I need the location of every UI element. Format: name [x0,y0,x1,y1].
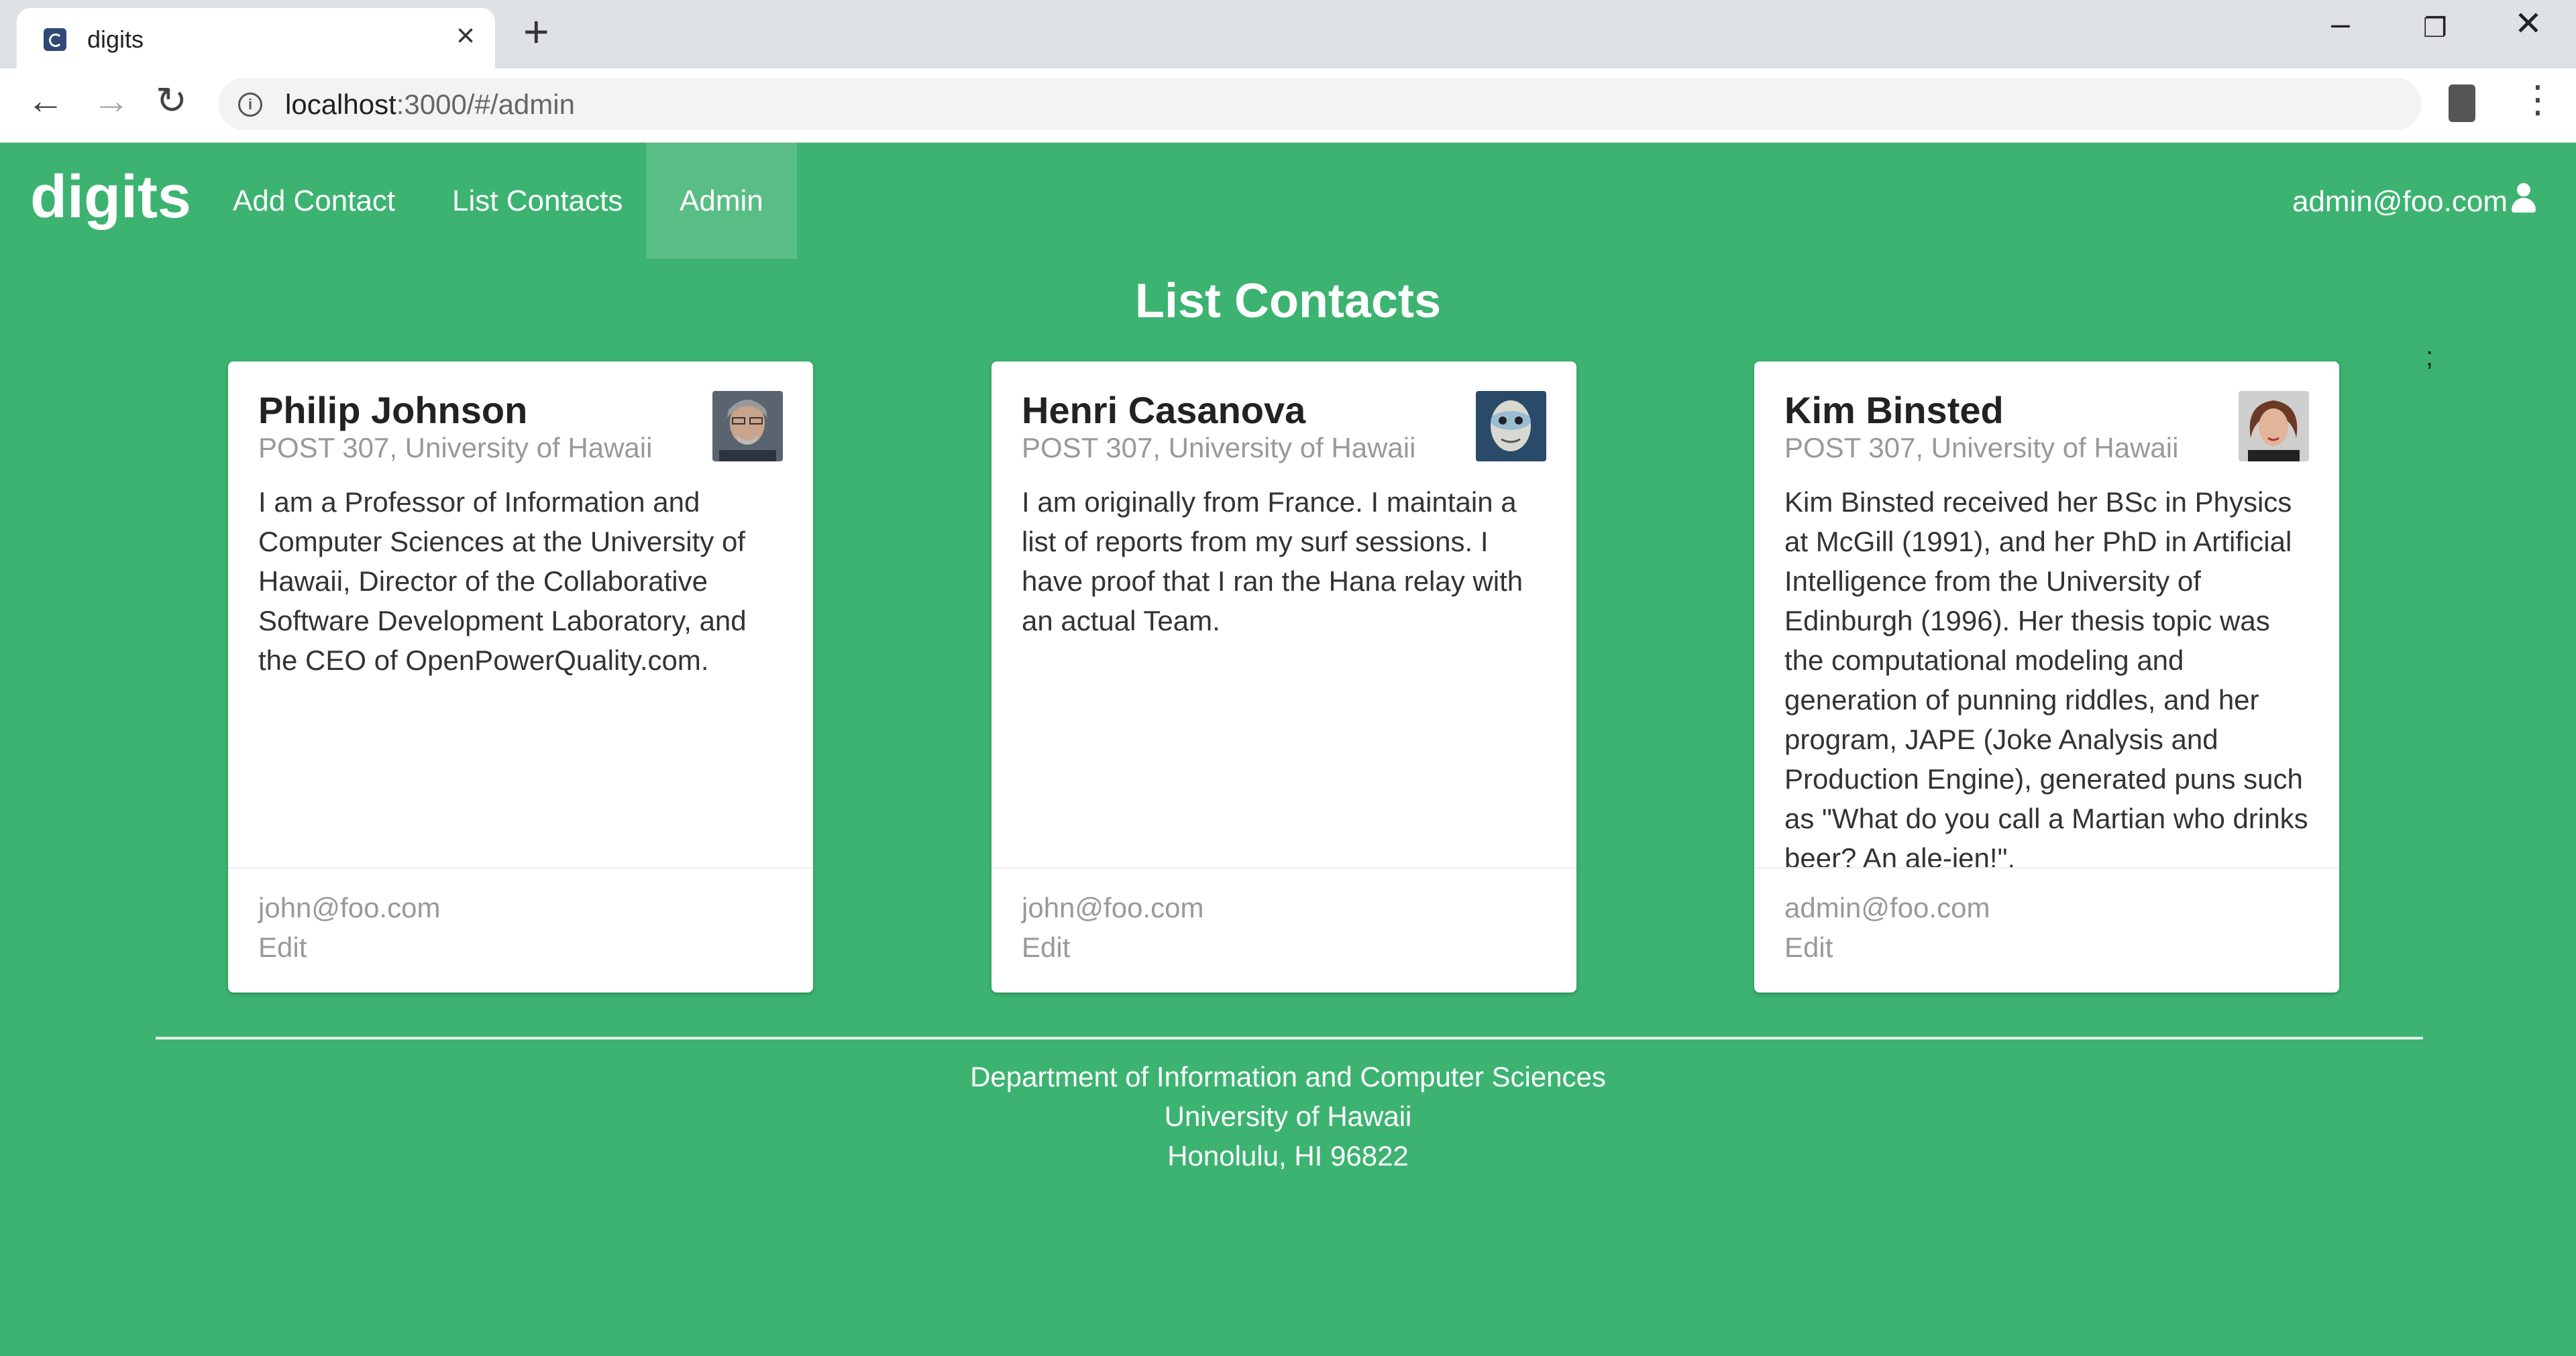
contact-address: POST 307, University of Hawaii [1022,432,1416,463]
user-email: admin@foo.com [2292,185,2508,218]
reload-icon[interactable]: ↻ [156,82,187,119]
browser-tab-bar: digits × + – ❐ ✕ [0,0,2576,68]
minimize-icon[interactable]: – [2331,7,2350,40]
address-bar[interactable]: i localhost:3000/#/admin [218,78,2422,130]
page-title: List Contacts [1134,274,1442,328]
user-menu[interactable]: admin@foo.com [2292,183,2537,219]
clipboard-icon[interactable] [2449,84,2475,122]
contact-name: Kim Binsted [1784,389,2004,431]
brand-logo[interactable]: digits [30,163,191,232]
stray-text: ; [2426,342,2434,372]
browser-toolbar: ← → ↻ i localhost:3000/#/admin ⋮ [0,68,2576,143]
nav-admin[interactable]: Admin [646,143,797,259]
close-window-icon[interactable]: ✕ [2514,7,2542,40]
kebab-menu-icon[interactable]: ⋮ [2519,80,2557,118]
card-footer: john@foo.com Edit [991,867,1576,993]
user-icon [2510,183,2537,214]
browser-tab[interactable]: digits × [17,8,495,68]
card-footer: admin@foo.com Edit [1754,867,2339,993]
app-navbar: digits Add Contact List Contacts Admin a… [0,143,2576,259]
tab-title: digits [87,25,144,53]
info-icon[interactable]: i [238,93,262,117]
url-text[interactable]: localhost:3000/#/admin [285,89,575,121]
footer-divider [156,1037,2423,1039]
owner-email: admin@foo.com [1784,892,1990,923]
contact-card: Henri Casanova POST 307, University of H… [991,361,1576,993]
contact-address: POST 307, University of Hawaii [258,432,653,463]
restore-icon[interactable]: ❐ [2423,15,2447,42]
edit-link[interactable]: Edit [1022,931,1070,964]
favicon-icon [44,28,66,51]
new-tab-icon[interactable]: + [523,9,549,54]
footer-line: Department of Information and Computer S… [970,1061,1606,1092]
contact-description: Kim Binsted received her BSc in Physics … [1784,486,2308,874]
nav-add-contact[interactable]: Add Contact [233,143,395,259]
footer-line: Honolulu, HI 96822 [1167,1140,1409,1172]
back-icon[interactable]: ← [27,82,64,119]
contact-address: POST 307, University of Hawaii [1784,432,2179,463]
footer-line: University of Hawaii [1164,1100,1412,1132]
contact-name: Philip Johnson [258,389,528,431]
avatar [712,391,783,461]
contact-card: Philip Johnson POST 307, University of H… [228,361,813,993]
contact-card: Kim Binsted POST 307, University of Hawa… [1754,361,2339,993]
forward-icon[interactable]: → [93,82,130,119]
owner-email: john@foo.com [1022,892,1204,923]
close-tab-icon[interactable]: × [456,20,475,52]
page-footer: Department of Information and Computer S… [0,1057,2576,1176]
edit-link[interactable]: Edit [258,931,307,964]
contact-description: I am originally from France. I maintain … [1022,486,1523,636]
edit-link[interactable]: Edit [1784,931,1833,964]
contact-description: I am a Professor of Information and Comp… [258,486,747,676]
contact-name: Henri Casanova [1022,389,1306,431]
avatar [1476,391,1546,461]
avatar [2239,391,2309,461]
card-footer: john@foo.com Edit [228,867,813,993]
owner-email: john@foo.com [258,892,441,923]
nav-list-contacts[interactable]: List Contacts [452,143,623,259]
